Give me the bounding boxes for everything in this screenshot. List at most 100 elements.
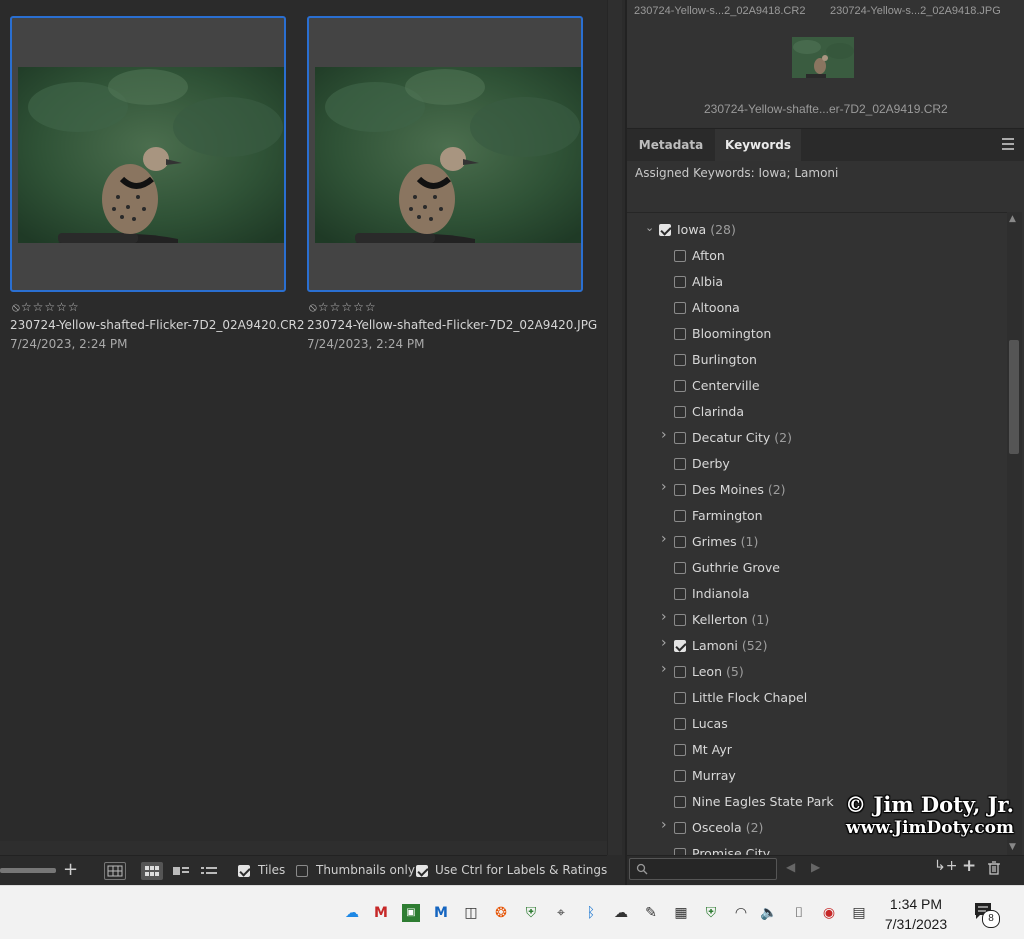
keyword-checkbox[interactable] [674, 302, 686, 314]
keyword-row[interactable]: › Des Moines (2) [627, 478, 1007, 504]
keyword-checkbox[interactable] [674, 250, 686, 262]
keyword-checkbox[interactable] [674, 796, 686, 808]
panel-menu-icon[interactable] [1002, 138, 1014, 150]
defender-icon[interactable]: ⛨ [702, 904, 720, 922]
keyword-checkbox[interactable] [674, 484, 686, 496]
keyword-row[interactable]: Mt Ayr [627, 738, 1007, 764]
chevron-right-icon[interactable]: › [661, 817, 667, 833]
thumbnail-tile-1[interactable] [10, 16, 286, 292]
tab-keywords[interactable]: Keywords [715, 129, 801, 161]
keyword-checkbox[interactable] [674, 666, 686, 678]
scroll-down-icon[interactable]: ▼ [1009, 842, 1016, 852]
use-ctrl-checkbox[interactable] [416, 865, 428, 877]
chevron-right-icon[interactable]: › [661, 609, 667, 625]
keyword-row[interactable]: Derby [627, 452, 1007, 478]
cloud-icon[interactable]: ☁ [612, 904, 630, 922]
chevron-right-icon[interactable]: › [661, 531, 667, 547]
rating-stars-1[interactable]: ⦸☆☆☆☆☆ [12, 300, 80, 315]
tiles-checkbox[interactable] [238, 865, 250, 877]
keyword-row[interactable]: Centerville [627, 374, 1007, 400]
network-icon[interactable]: ▤ [850, 904, 868, 922]
chevron-right-icon[interactable]: › [661, 635, 667, 651]
thumbnail-tile-2[interactable] [307, 16, 583, 292]
usb-icon[interactable]: ⌷ [790, 904, 808, 922]
keyword-row[interactable]: Afton [627, 244, 1007, 270]
rating-stars-2[interactable]: ⦸☆☆☆☆☆ [309, 300, 377, 315]
keyword-checkbox[interactable] [674, 432, 686, 444]
keyword-row[interactable]: Indianola [627, 582, 1007, 608]
keyword-checkbox[interactable] [674, 536, 686, 548]
nvidia-icon[interactable]: ▣ [402, 904, 420, 922]
keyword-row[interactable]: Guthrie Grove [627, 556, 1007, 582]
preview-image[interactable] [792, 37, 854, 78]
ink-icon[interactable]: ✎ [642, 904, 660, 922]
view-list-icon[interactable] [198, 862, 220, 880]
thumbnails-only-checkbox[interactable] [296, 865, 308, 877]
keyword-checkbox[interactable] [674, 588, 686, 600]
keyword-checkbox[interactable] [674, 562, 686, 574]
keyword-checkbox[interactable] [674, 406, 686, 418]
keyword-checkbox[interactable] [674, 458, 686, 470]
keyword-row[interactable]: Bloomington [627, 322, 1007, 348]
notification-icon[interactable]: 8 [972, 900, 1000, 928]
keyword-search-input[interactable] [629, 858, 777, 880]
keyword-checkbox[interactable] [674, 640, 686, 652]
keyword-scrollbar[interactable] [1007, 212, 1022, 856]
keyword-checkbox[interactable] [674, 380, 686, 392]
view-grid-icon[interactable] [104, 862, 126, 880]
scroll-up-icon[interactable]: ▲ [1009, 214, 1016, 224]
view-thumbnails-icon[interactable] [141, 862, 163, 880]
thumbnail-size-slider[interactable] [0, 868, 56, 873]
keyword-checkbox[interactable] [674, 822, 686, 834]
keyword-row[interactable]: › Lamoni (52) [627, 634, 1007, 660]
keyword-row[interactable]: Burlington [627, 348, 1007, 374]
keyword-row[interactable]: Murray [627, 764, 1007, 790]
chevron-down-icon[interactable]: ⌄ [645, 221, 654, 234]
trash-icon[interactable] [988, 860, 1000, 879]
security-icon[interactable]: ▦ [672, 904, 690, 922]
app-icon[interactable]: ⌖ [552, 904, 570, 922]
keyword-row[interactable]: Clarinda [627, 400, 1007, 426]
keyword-row-iowa[interactable]: ⌄ Iowa (28) [627, 218, 1007, 244]
chevron-right-icon[interactable]: › [661, 661, 667, 677]
keyword-checkbox[interactable] [674, 692, 686, 704]
keyword-checkbox[interactable] [659, 224, 671, 236]
tab-metadata[interactable]: Metadata [627, 129, 715, 161]
keyword-scrollbar-thumb[interactable] [1009, 340, 1019, 454]
keyword-checkbox[interactable] [674, 510, 686, 522]
keyword-row[interactable]: › Grimes (1) [627, 530, 1007, 556]
keyword-checkbox[interactable] [674, 328, 686, 340]
new-keyword-icon[interactable]: + [962, 856, 976, 876]
content-vertical-scrollbar[interactable] [607, 0, 622, 855]
new-sub-keyword-icon[interactable]: ↳+ [934, 858, 957, 874]
next-result-icon[interactable]: ▶ [811, 860, 820, 874]
bluetooth-icon[interactable]: ᛒ [582, 904, 600, 922]
chevron-right-icon[interactable]: › [661, 479, 667, 495]
chevron-right-icon[interactable]: › [661, 427, 667, 443]
mcafee-icon[interactable]: M [372, 904, 390, 922]
keyword-row[interactable]: Altoona [627, 296, 1007, 322]
keyword-checkbox[interactable] [674, 354, 686, 366]
wifi-icon[interactable]: ◠ [732, 904, 750, 922]
meet-icon[interactable]: ◫ [462, 904, 480, 922]
keyword-row[interactable]: Lucas [627, 712, 1007, 738]
keyword-row[interactable]: › Leon (5) [627, 660, 1007, 686]
taskbar-clock[interactable]: 1:34 PM 7/31/2023 [878, 894, 954, 934]
shield-icon[interactable]: ⛨ [522, 904, 540, 922]
keyword-checkbox[interactable] [674, 276, 686, 288]
malwarebytes-icon[interactable]: M [432, 904, 450, 922]
keyword-row[interactable]: Albia [627, 270, 1007, 296]
sync-icon[interactable]: ❂ [492, 904, 510, 922]
previous-result-icon[interactable]: ◀ [786, 860, 795, 874]
app-tray-icon[interactable]: ◉ [820, 904, 838, 922]
keyword-row[interactable]: › Kellerton (1) [627, 608, 1007, 634]
onedrive-icon[interactable]: ☁ [343, 904, 361, 922]
keyword-checkbox[interactable] [674, 614, 686, 626]
keyword-row[interactable]: Little Flock Chapel [627, 686, 1007, 712]
content-horizontal-scrollbar[interactable] [0, 841, 607, 855]
keyword-row[interactable]: › Decatur City (2) [627, 426, 1007, 452]
zoom-in-icon[interactable]: + [63, 859, 78, 880]
keyword-checkbox[interactable] [674, 770, 686, 782]
volume-icon[interactable]: 🔈 [760, 904, 778, 922]
keyword-row[interactable]: Farmington [627, 504, 1007, 530]
